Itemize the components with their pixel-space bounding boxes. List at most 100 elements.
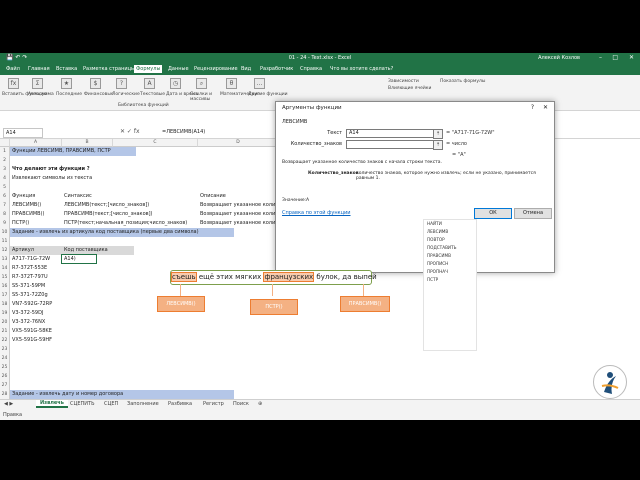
math-icon[interactable]: θ: [226, 78, 237, 89]
tab-developer[interactable]: Разработчик: [260, 66, 293, 72]
date-time-icon[interactable]: ◷: [170, 78, 181, 89]
ribbon-recent[interactable]: Последние: [56, 92, 82, 97]
function-list-item[interactable]: НАЙТИ: [427, 221, 442, 226]
add-sheet-icon[interactable]: ⊕: [258, 401, 262, 407]
cell-a7[interactable]: ЛЕВСИМВ(): [12, 201, 41, 210]
cell-a13[interactable]: Артикул: [12, 246, 34, 255]
cell-a6[interactable]: Функция: [12, 192, 35, 201]
arg1-collapse-icon[interactable]: ⇡: [433, 129, 443, 139]
formula-bar-icons[interactable]: ✕ ✓ fx: [120, 128, 140, 135]
sheet-tab-concatenate[interactable]: СЦЕПИТЬ: [70, 401, 95, 407]
more-functions-icon[interactable]: …: [254, 78, 265, 89]
cell-d6[interactable]: Описание: [200, 192, 226, 201]
ribbon-text[interactable]: Текстовые: [140, 92, 165, 97]
financial-icon[interactable]: $: [90, 78, 101, 89]
sheet-nav-icon[interactable]: ◀ ▶: [4, 401, 13, 407]
cell-b7[interactable]: ЛЕВСИМВ(текст;[число_знаков]): [64, 201, 149, 210]
article-cell[interactable]: S5-371-72Z0g: [12, 291, 48, 300]
ribbon-autosum[interactable]: Автосумма: [28, 92, 54, 97]
tab-review[interactable]: Рецензирование: [194, 66, 238, 72]
autosum-icon[interactable]: Σ: [32, 78, 43, 89]
tab-data[interactable]: Данные: [168, 66, 189, 72]
tell-me-search[interactable]: Что вы хотите сделать?: [330, 66, 393, 72]
column-header-d[interactable]: D: [198, 139, 279, 147]
ribbon-logical[interactable]: Логические: [112, 92, 140, 97]
article-cell[interactable]: VN7-592G-72RP: [12, 300, 52, 309]
dialog-close-icon[interactable]: ✕: [543, 104, 548, 111]
article-cell[interactable]: V3-372-59DJ: [12, 309, 43, 318]
cell-a9[interactable]: ПСТР(): [12, 219, 29, 228]
cell-b14[interactable]: A14): [64, 255, 76, 264]
article-cell[interactable]: V3-372-76NX: [12, 318, 45, 327]
user-name[interactable]: Алексей Козлов: [538, 55, 580, 61]
article-cell[interactable]: S5-371-59PM: [12, 282, 45, 291]
function-list-item[interactable]: ПОДСТАВИТЬ: [427, 245, 457, 250]
ribbon-dependents[interactable]: Влияющие ячейки: [388, 86, 431, 91]
cell-b8[interactable]: ПРАВСИМВ(текст;[число_знаков]): [64, 210, 152, 219]
article-cell[interactable]: VX5-591G-59HF: [12, 336, 52, 345]
cell-a11[interactable]: Задание - извлечь из артикула код постав…: [12, 228, 199, 237]
ok-button[interactable]: ОК: [474, 208, 512, 219]
ribbon-lookup[interactable]: Ссылки и массивы: [190, 92, 220, 102]
close-icon[interactable]: ✕: [629, 54, 634, 61]
maximize-icon[interactable]: □: [612, 54, 618, 61]
function-list-item[interactable]: ЛЕВСИМВ: [427, 229, 448, 234]
tab-insert[interactable]: Вставка: [56, 66, 77, 72]
column-header-c[interactable]: C: [113, 139, 198, 147]
cell-a3[interactable]: Что делают эти функции ?: [12, 165, 90, 174]
arg2-collapse-icon[interactable]: ⇡: [433, 140, 443, 150]
tab-page-layout[interactable]: Разметка страницы: [83, 66, 135, 72]
cancel-button[interactable]: Отмена: [514, 208, 552, 219]
text-functions-icon[interactable]: A: [144, 78, 155, 89]
tab-view[interactable]: Вид: [241, 66, 251, 72]
connector-right: [363, 284, 364, 296]
minimize-icon[interactable]: –: [599, 54, 602, 61]
help-icon[interactable]: ?: [531, 104, 534, 111]
ribbon-show-formulas[interactable]: Показать формулы: [440, 79, 485, 84]
cell-a25[interactable]: Задание - извлечь дату и номер договора: [12, 390, 123, 399]
sheet-tab-fill[interactable]: Заполнение: [127, 401, 159, 407]
ribbon-tabs: Файл Главная Вставка Разметка страницы Ф…: [0, 64, 640, 75]
insert-function-icon[interactable]: fx: [8, 78, 19, 89]
arg2-input[interactable]: [346, 140, 434, 149]
article-cell[interactable]: VX5-591G-58KE: [12, 327, 52, 336]
function-list-item[interactable]: ПСТР: [427, 277, 438, 282]
article-cell[interactable]: R7-372T-797U: [12, 273, 48, 282]
cell-a1-title[interactable]: Функции ЛЕВСИМВ, ПРАВСИМВ, ПСТР: [12, 147, 111, 156]
function-list-item[interactable]: ПОВТОР: [427, 237, 445, 242]
function-list-item[interactable]: ПРОПНАЧ: [427, 269, 448, 274]
select-all[interactable]: [0, 139, 10, 147]
cell-b9[interactable]: ПСТР(текст;начальная_позиция;число_знако…: [64, 219, 187, 228]
arg1-label: Текст: [327, 130, 342, 136]
tab-file[interactable]: Файл: [6, 66, 20, 72]
help-link[interactable]: Справка по этой функции: [282, 210, 351, 216]
name-box[interactable]: A14: [3, 128, 43, 138]
sheet-tab-split[interactable]: Разбивка: [168, 401, 192, 407]
column-header-b[interactable]: B: [62, 139, 113, 147]
sheet-tab-case[interactable]: Регистр: [203, 401, 224, 407]
cell-b6[interactable]: Синтаксис: [64, 192, 92, 201]
tab-home[interactable]: Главная: [28, 66, 50, 72]
function-list-item[interactable]: ПРОПИСН: [427, 261, 448, 266]
article-cell[interactable]: R7-372T-553E: [12, 264, 47, 273]
cell-d7[interactable]: Возвращает указанное количе: [200, 201, 281, 210]
cell-a8[interactable]: ПРАВСИМВ(): [12, 210, 45, 219]
cell-a4[interactable]: Извлекают символы из текста: [12, 174, 92, 183]
lookup-icon[interactable]: ⌕: [196, 78, 207, 89]
article-cell[interactable]: A717-71G-72W: [12, 255, 50, 264]
ribbon-precedents[interactable]: Зависимости: [388, 79, 419, 84]
sheet-tab-extract[interactable]: Извлечь: [36, 400, 68, 408]
arg1-input[interactable]: A14: [346, 129, 434, 138]
ribbon-financial[interactable]: Финансовые: [84, 92, 114, 97]
recent-icon[interactable]: ★: [61, 78, 72, 89]
sheet-tab-concat[interactable]: СЦЕП: [104, 401, 118, 407]
column-header-a[interactable]: A: [10, 139, 62, 147]
function-list-item[interactable]: ПРАВСИМВ: [427, 253, 451, 258]
cell-d8[interactable]: Возвращает указанное количе: [200, 210, 281, 219]
logical-icon[interactable]: ?: [116, 78, 127, 89]
tab-help[interactable]: Справка: [300, 66, 322, 72]
ribbon-more[interactable]: Другие функции: [248, 92, 288, 97]
tab-formulas[interactable]: Формулы: [134, 65, 163, 73]
formula-input[interactable]: =ЛЕВСИМВ(A14): [162, 129, 205, 135]
sheet-tab-search[interactable]: Поиск: [233, 401, 249, 407]
